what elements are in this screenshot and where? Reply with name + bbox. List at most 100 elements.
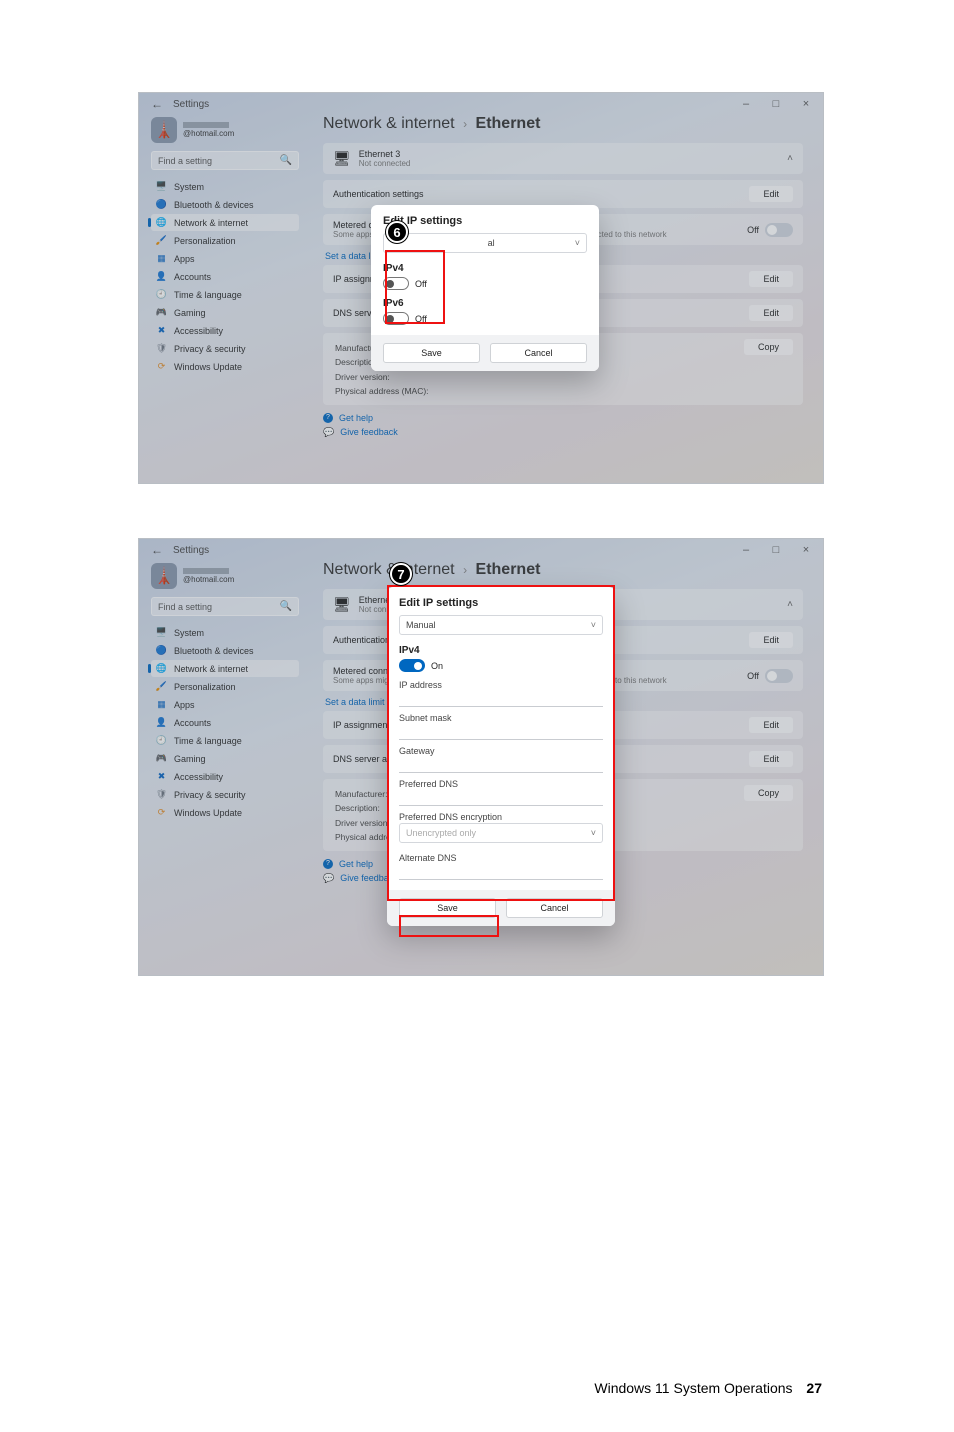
maximize-icon[interactable]: □ — [765, 544, 787, 556]
chevron-up-icon: ˄ — [787, 153, 793, 164]
sidebar-item-personalization[interactable]: 🖌️ Personalization — [151, 232, 299, 249]
ip-assign-edit-button[interactable]: Edit — [749, 717, 793, 733]
auth-edit-button[interactable]: Edit — [749, 186, 793, 202]
save-button[interactable]: Save — [383, 343, 480, 363]
search-input[interactable]: Find a setting 🔍 — [151, 597, 299, 616]
sidebar-item-label: Apps — [174, 700, 195, 710]
sidebar-item-label: Apps — [174, 254, 195, 264]
sidebar-item-label: Network & internet — [174, 218, 248, 228]
sidebar-item-bluetooth-devices[interactable]: 🔵 Bluetooth & devices — [151, 196, 299, 213]
sidebar-item-gaming[interactable]: 🎮 Gaming — [151, 304, 299, 321]
window-titlebar: ← Settings – □ × — [139, 539, 823, 559]
screenshot-step-7: ← Settings – □ × 🗼 @hotmail.com Find a s… — [138, 538, 824, 976]
avatar: 🗼 — [151, 117, 177, 143]
nav-icon: 🎮 — [156, 753, 167, 764]
nav-icon: 🖌️ — [156, 681, 167, 692]
sidebar-item-label: Windows Update — [174, 362, 242, 372]
sidebar-item-personalization[interactable]: 🖌️ Personalization — [151, 678, 299, 695]
dns-edit-button[interactable]: Edit — [749, 305, 793, 321]
search-input[interactable]: Find a setting 🔍 — [151, 151, 299, 170]
highlight-ipv4-ipv6 — [385, 250, 445, 324]
back-icon[interactable]: ← — [151, 543, 163, 557]
ethernet-icon: 🖥 — [333, 596, 351, 613]
sidebar-item-windows-update[interactable]: ⟳ Windows Update — [151, 358, 299, 375]
nav-icon: 🖥️ — [156, 627, 167, 638]
sidebar-item-windows-update[interactable]: ⟳Windows Update — [151, 804, 299, 821]
sidebar-item-privacy-security[interactable]: 🛡Privacy & security — [151, 340, 299, 357]
sidebar-item-accounts[interactable]: 👤 Accounts — [151, 268, 299, 285]
sidebar-item-label: Personalization — [174, 236, 236, 246]
sidebar-item-time-language[interactable]: 🕘 Time & language — [151, 286, 299, 303]
sidebar-item-label: Time & language — [174, 290, 242, 300]
sidebar-item-apps[interactable]: ▦ Apps — [151, 250, 299, 267]
nav-icon: 🔵 — [156, 645, 167, 656]
highlight-dialog-body — [387, 585, 615, 901]
nav-icon: 🖌️ — [156, 235, 167, 246]
nav-icon: 🕘 — [156, 289, 167, 300]
give-feedback-link[interactable]: 💬 Give feedback — [323, 427, 803, 438]
chevron-up-icon: ˄ — [787, 599, 793, 610]
close-icon[interactable]: × — [795, 98, 817, 110]
nav-icon: 👤 — [156, 271, 167, 282]
cancel-button[interactable]: Cancel — [490, 343, 587, 363]
sidebar-item-apps[interactable]: ▦ Apps — [151, 696, 299, 713]
metered-toggle[interactable] — [765, 223, 793, 237]
ip-assign-edit-button[interactable]: Edit — [749, 271, 793, 287]
sidebar-item-label: Bluetooth & devices — [174, 200, 254, 210]
auth-row: Authentication settings Edit — [323, 180, 803, 208]
sidebar-item-label: Bluetooth & devices — [174, 646, 254, 656]
ethernet-header[interactable]: 🖥 Ethernet 3 Not connected ˄ — [323, 143, 803, 174]
sidebar-item-label: Privacy & security — [174, 790, 246, 800]
help-icon: ? — [323, 413, 333, 423]
nav-icon: 🔵 — [156, 199, 167, 210]
sidebar-item-accounts[interactable]: 👤Accounts — [151, 714, 299, 731]
close-icon[interactable]: × — [795, 544, 817, 556]
sidebar-item-accessibility[interactable]: ✖Accessibility — [151, 322, 299, 339]
breadcrumb: Network & internet › Ethernet — [323, 115, 803, 133]
sidebar-nav: 🖥️System 🔵 Bluetooth & devices 🌐Network & i… — [151, 178, 299, 375]
sidebar-item-bluetooth-devices[interactable]: 🔵 Bluetooth & devices — [151, 642, 299, 659]
get-help-link[interactable]: ? Get help — [323, 413, 803, 423]
nav-icon: ⟳ — [156, 361, 167, 372]
sidebar-item-label: Network & internet — [174, 664, 248, 674]
minimize-icon[interactable]: – — [735, 98, 757, 110]
sidebar: 🗼 @hotmail.com Find a setting 🔍 🖥️System… — [139, 113, 309, 481]
sidebar-item-label: Personalization — [174, 682, 236, 692]
search-icon: 🔍 — [280, 155, 292, 166]
nav-icon: 🌐 — [156, 663, 167, 674]
sidebar-item-gaming[interactable]: 🎮Gaming — [151, 750, 299, 767]
window-titlebar: ← Settings – □ × — [139, 93, 823, 113]
ethernet-icon: 🖥 — [333, 150, 351, 167]
copy-button[interactable]: Copy — [744, 339, 793, 355]
sidebar-item-network-internet[interactable]: 🌐Network & internet — [151, 214, 299, 231]
minimize-icon[interactable]: – — [735, 544, 757, 556]
nav-icon: ✖ — [156, 771, 167, 782]
highlight-save-button — [399, 915, 499, 937]
sidebar-item-system[interactable]: 🖥️System — [151, 624, 299, 641]
sidebar-item-privacy-security[interactable]: 🛡Privacy & security — [151, 786, 299, 803]
search-icon: 🔍 — [280, 601, 292, 612]
sidebar-item-accessibility[interactable]: ✖ Accessibility — [151, 768, 299, 785]
cancel-button[interactable]: Cancel — [506, 898, 603, 918]
nav-icon: 👤 — [156, 717, 167, 728]
nav-icon: 🖥️ — [156, 181, 167, 192]
window-title: Settings — [173, 99, 209, 110]
back-icon[interactable]: ← — [151, 97, 163, 111]
maximize-icon[interactable]: □ — [765, 98, 787, 110]
window-controls: – □ × — [735, 98, 817, 110]
auth-edit-button[interactable]: Edit — [749, 632, 793, 648]
sidebar-item-label: Accounts — [174, 272, 211, 282]
sidebar-item-label: Accessibility — [174, 772, 223, 782]
nav-icon: ▦ — [156, 253, 167, 264]
sidebar-item-label: Gaming — [174, 308, 206, 318]
nav-icon: 🛡 — [156, 343, 167, 354]
metered-toggle[interactable] — [765, 669, 793, 683]
sidebar-item-time-language[interactable]: 🕘Time & language — [151, 732, 299, 749]
nav-icon: 🎮 — [156, 307, 167, 318]
copy-button[interactable]: Copy — [744, 785, 793, 801]
dns-edit-button[interactable]: Edit — [749, 751, 793, 767]
nav-icon: 🕘 — [156, 735, 167, 746]
sidebar-item-network-internet[interactable]: 🌐 Network & internet — [151, 660, 299, 677]
nav-icon: ▦ — [156, 699, 167, 710]
sidebar-item-system[interactable]: 🖥️System — [151, 178, 299, 195]
